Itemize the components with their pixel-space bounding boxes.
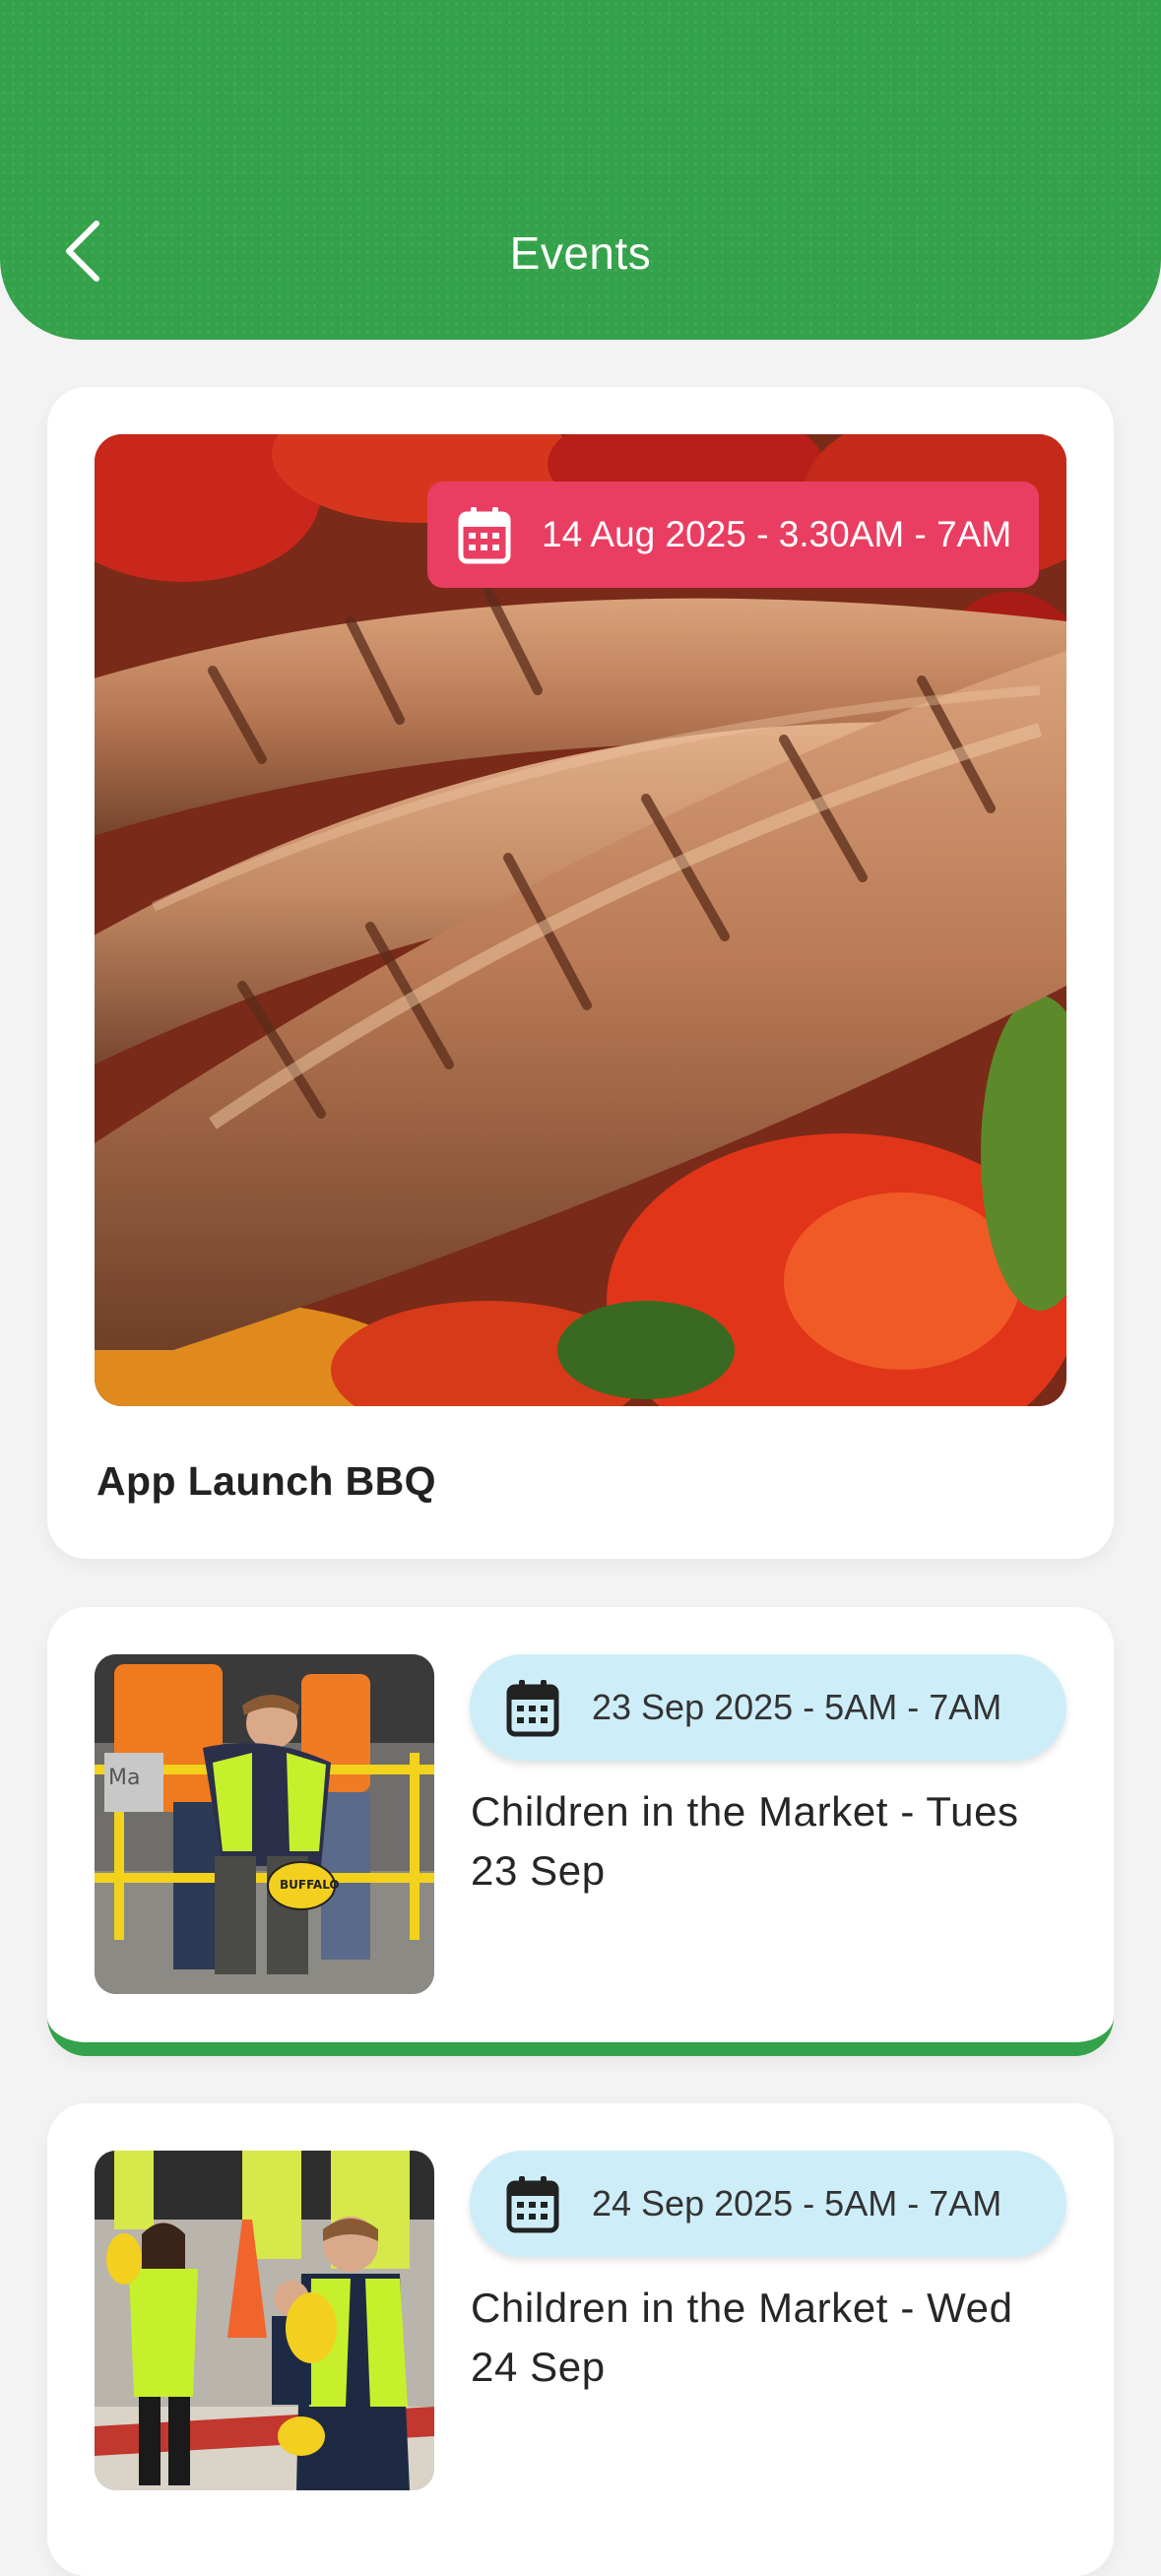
featured-date-text: 14 Aug 2025 - 3.30AM - 7AM: [542, 514, 1012, 554]
featured-date-badge: 14 Aug 2025 - 3.30AM - 7AM: [427, 482, 1040, 588]
event-date-text: 24 Sep 2025 - 5AM - 7AM: [592, 2183, 1002, 2223]
event-thumbnail: [95, 2151, 434, 2490]
event-title: Children in the Market - Tues 23 Sep: [471, 1788, 1019, 1894]
event-card[interactable]: Ma BUFFALO 23 Sep 2025 - 5AM - 7AM Child…: [47, 1607, 1114, 2056]
featured-event-image: 14 Aug 2025 - 3.30AM - 7AM: [95, 434, 1066, 1406]
header-bar: Events: [0, 0, 1161, 340]
svg-text:BUFFALO: BUFFALO: [280, 1878, 340, 1892]
calendar-icon: [457, 505, 512, 564]
svg-text:Ma: Ma: [108, 1766, 140, 1790]
page-title: Events: [509, 227, 652, 279]
calendar-icon: [505, 2174, 560, 2233]
event-thumbnail: Ma BUFFALO: [95, 1654, 434, 1994]
event-card[interactable]: 24 Sep 2025 - 5AM - 7AM Children in the …: [47, 2103, 1114, 2576]
featured-event-card[interactable]: 14 Aug 2025 - 3.30AM - 7AM App Launch BB…: [47, 387, 1114, 1559]
event-date-badge: 24 Sep 2025 - 5AM - 7AM: [470, 2151, 1066, 2257]
event-date-text: 23 Sep 2025 - 5AM - 7AM: [592, 1687, 1002, 1727]
event-title: Children in the Market - Wed 24 Sep: [471, 2285, 1013, 2390]
featured-event-title: App Launch BBQ: [97, 1458, 436, 1504]
event-date-badge: 23 Sep 2025 - 5AM - 7AM: [470, 1654, 1066, 1761]
calendar-icon: [505, 1678, 560, 1737]
